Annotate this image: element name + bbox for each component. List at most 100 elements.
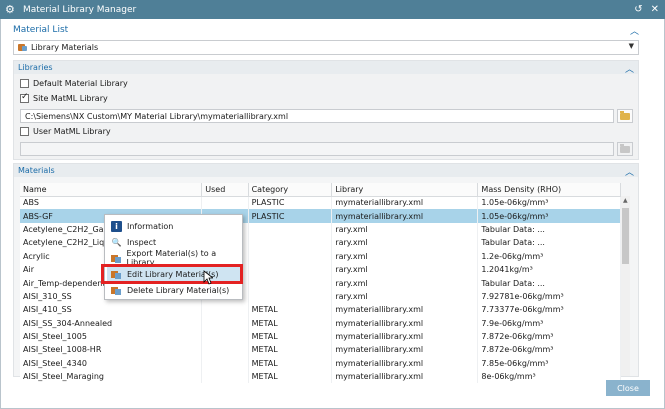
materials-title: Materials	[18, 166, 55, 175]
scroll-up-icon[interactable]: ▲	[623, 197, 628, 204]
menu-item-delete[interactable]: Delete Library Material(s)	[107, 283, 241, 297]
cell-category: PLASTIC	[248, 209, 333, 223]
libraries-header[interactable]: Libraries ︿	[14, 61, 638, 75]
user-library-option[interactable]: User MatML Library	[20, 127, 111, 136]
cell-name: AISI_Steel_1005	[20, 329, 203, 344]
cell-category	[248, 276, 333, 290]
chevron-down-icon[interactable]: ▼	[629, 42, 634, 50]
cell-category: METAL	[248, 329, 333, 344]
table-row[interactable]: AISI_Steel_1005 METAL mymateriallibrary.xm…	[20, 329, 621, 344]
delete-material-icon	[111, 285, 122, 296]
cell-name: AISI_SS_304-Annealed	[20, 316, 203, 330]
column-header-mass-density[interactable]: Mass Density (RHO)	[477, 183, 621, 197]
info-icon: i	[111, 220, 122, 232]
column-header-library[interactable]: Library	[331, 183, 479, 197]
default-library-label: Default Material Library	[33, 79, 128, 88]
reset-icon[interactable]: ↺	[634, 4, 642, 15]
menu-item-label: Information	[127, 221, 174, 231]
cell-name: AISI_410_SS	[20, 303, 203, 317]
cell-used	[201, 303, 249, 317]
close-icon[interactable]: ✕	[651, 4, 659, 15]
table-row[interactable]: AISI_Steel_1008-HR METAL mymateriallibrary…	[20, 343, 621, 357]
chevron-up-icon[interactable]: ︿	[625, 165, 634, 178]
cell-category	[248, 262, 333, 277]
default-library-checkbox[interactable]	[20, 79, 29, 88]
cell-mass-density: 7.73377e-06kg/mm³	[477, 303, 621, 317]
cell-library: rary.xml	[331, 236, 479, 250]
menu-item-information[interactable]: i Information	[107, 219, 241, 233]
context-menu: i Information 🔍 Inspect Export Material(…	[104, 214, 243, 300]
cell-category	[248, 236, 333, 250]
cell-used	[201, 370, 249, 384]
menu-item-label: Inspect	[127, 237, 157, 247]
site-library-label: Site MatML Library	[33, 94, 108, 103]
chevron-up-icon[interactable]: ︿	[630, 24, 639, 37]
material-list-dropdown[interactable]: Library Materials ▼	[13, 40, 639, 55]
cell-used	[201, 329, 249, 344]
column-header-name[interactable]: Name	[20, 183, 203, 197]
materials-header[interactable]: Materials ︿	[14, 164, 638, 178]
chevron-up-icon[interactable]: ︿	[625, 62, 634, 75]
cell-mass-density: 7.872e-06kg/mm³	[477, 329, 621, 344]
cell-library: rary.xml	[331, 276, 479, 290]
cell-mass-density: 7.872e-06kg/mm³	[477, 343, 621, 357]
site-library-path: C:\Siemens\NX Custom\MY Material Library…	[25, 111, 289, 121]
user-library-label: User MatML Library	[33, 127, 111, 136]
menu-item-inspect[interactable]: 🔍 Inspect	[107, 235, 241, 249]
dropdown-value: Library Materials	[31, 43, 99, 52]
title-bar-controls: ↺ ✕	[634, 0, 659, 19]
folder-icon	[620, 143, 630, 153]
menu-item-label: Delete Library Material(s)	[127, 285, 230, 295]
default-library-option[interactable]: Default Material Library	[20, 79, 128, 88]
table-row[interactable]: AISI_410_SS METAL mymateriallibrary.xml 7.7…	[20, 303, 621, 317]
cell-category: METAL	[248, 316, 333, 330]
cell-mass-density: 1.05e-06kg/mm³	[477, 196, 621, 210]
cell-mass-density: 7.85e-06kg/mm³	[477, 356, 621, 371]
cell-used	[201, 316, 249, 330]
cell-library: rary.xml	[331, 289, 479, 304]
material-list-header[interactable]: Material List ︿	[13, 24, 639, 37]
cell-library: mymateriallibrary.xml	[331, 209, 479, 223]
highlight-box	[101, 264, 243, 284]
folder-icon	[620, 110, 630, 120]
cell-library: mymateriallibrary.xml	[331, 343, 479, 357]
site-library-checkbox[interactable]	[20, 92, 29, 103]
cell-category: METAL	[248, 343, 333, 357]
cell-mass-density: 1.2e-06kg/mm³	[477, 249, 621, 263]
cell-library: rary.xml	[331, 222, 479, 237]
cell-mass-density: Tabular Data: ...	[477, 276, 621, 290]
cell-category: METAL	[248, 370, 333, 384]
cell-category	[248, 289, 333, 304]
close-button[interactable]: Close	[606, 380, 650, 396]
cell-name: ABS	[20, 196, 203, 210]
table-row[interactable]: AISI_Steel_4340 METAL mymateriallibrary.xm…	[20, 356, 621, 371]
site-library-browse-button[interactable]	[617, 109, 633, 123]
materials-scrollbar[interactable]: ▲	[621, 196, 630, 376]
column-header-category[interactable]: Category	[248, 183, 333, 197]
menu-item-export[interactable]: Export Material(s) to a Library	[107, 249, 241, 267]
cell-mass-density: Tabular Data: ...	[477, 236, 621, 250]
cell-category: PLASTIC	[248, 196, 333, 210]
window-title: Material Library Manager	[23, 4, 137, 15]
cell-mass-density: Tabular Data: ...	[477, 222, 621, 237]
cell-mass-density: 7.9e-06kg/mm³	[477, 316, 621, 330]
column-header-used[interactable]: Used	[201, 183, 249, 197]
cell-library: rary.xml	[331, 262, 479, 277]
cell-mass-density: 1.05e-06kg/mm³	[477, 209, 621, 223]
user-library-browse-button	[617, 142, 633, 156]
site-library-option[interactable]: Site MatML Library	[20, 92, 108, 103]
table-row[interactable]: AISI_SS_304-Annealed METAL mymateriallibra…	[20, 316, 621, 330]
cell-mass-density: 7.92781e-06kg/mm³	[477, 289, 621, 304]
user-library-path-field[interactable]	[20, 142, 614, 156]
cell-category	[248, 222, 333, 237]
scrollbar-thumb[interactable]	[622, 208, 629, 264]
user-library-checkbox[interactable]	[20, 127, 29, 136]
cell-name: AISI_Steel_4340	[20, 356, 203, 371]
cell-library: mymateriallibrary.xml	[331, 329, 479, 344]
table-row[interactable]: AISI_Steel_Maraging METAL mymateriallibrar…	[20, 370, 621, 384]
title-bar: ⚙ Material Library Manager ↺ ✕	[0, 0, 665, 19]
cell-library: rary.xml	[331, 249, 479, 263]
table-row[interactable]: ABS PLASTIC mymateriallibrary.xml 1.05e-06k…	[20, 196, 621, 210]
site-library-path-field[interactable]: C:\Siemens\NX Custom\MY Material Library…	[20, 109, 614, 123]
mouse-cursor-icon	[203, 270, 213, 285]
